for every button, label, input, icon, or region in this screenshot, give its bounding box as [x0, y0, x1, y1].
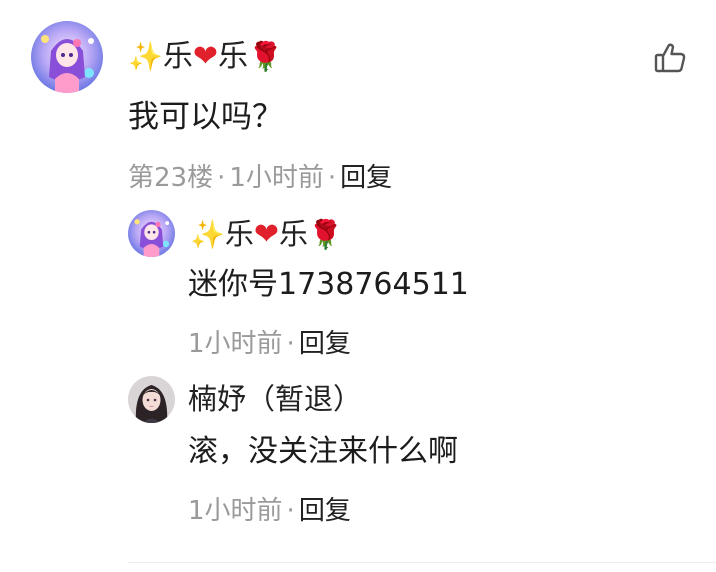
comment-meta: 第23楼 · 1小时前 · 回复	[128, 162, 392, 194]
timestamp: 1小时前	[229, 163, 324, 193]
rose-icon: 🌹	[248, 40, 283, 73]
divider	[128, 562, 716, 563]
reply-button[interactable]: 回复	[340, 163, 392, 193]
separator: ·	[286, 496, 295, 526]
like-button[interactable]	[652, 40, 688, 76]
heart-icon: ❤	[253, 217, 280, 252]
reply-button[interactable]: 回复	[299, 329, 351, 359]
avatar[interactable]	[128, 210, 175, 257]
thumbs-up-icon	[654, 43, 686, 73]
heart-icon: ❤	[192, 39, 219, 74]
username-part: 乐	[279, 217, 309, 251]
rose-icon: 🌹	[308, 218, 343, 251]
reply-text: 滚，没关注来什么啊	[188, 434, 458, 469]
sparkles-icon: ✨	[128, 40, 163, 73]
username[interactable]: ✨乐❤乐🌹	[128, 39, 283, 75]
timestamp: 1小时前	[188, 496, 283, 526]
avatar[interactable]	[128, 376, 175, 423]
reply-meta: 1小时前 · 回复	[188, 328, 351, 360]
avatar[interactable]	[31, 21, 103, 93]
username-part: 乐	[162, 39, 193, 74]
timestamp: 1小时前	[188, 329, 283, 359]
comment-text: 我可以吗？	[128, 99, 283, 135]
reply-button[interactable]: 回复	[299, 496, 351, 526]
reply-text: 迷你号1738764511	[188, 267, 469, 302]
separator: ·	[217, 163, 226, 193]
username[interactable]: ✨乐❤乐🌹	[190, 216, 343, 253]
username-part: 乐	[218, 39, 249, 74]
username[interactable]: 楠妤（暂退）	[188, 381, 362, 417]
reply-meta: 1小时前 · 回复	[188, 495, 351, 527]
username-part: 乐	[224, 217, 254, 251]
floor-number: 第23楼	[128, 163, 214, 193]
separator: ·	[327, 163, 337, 193]
separator: ·	[286, 329, 295, 359]
sparkles-icon: ✨	[190, 218, 225, 251]
